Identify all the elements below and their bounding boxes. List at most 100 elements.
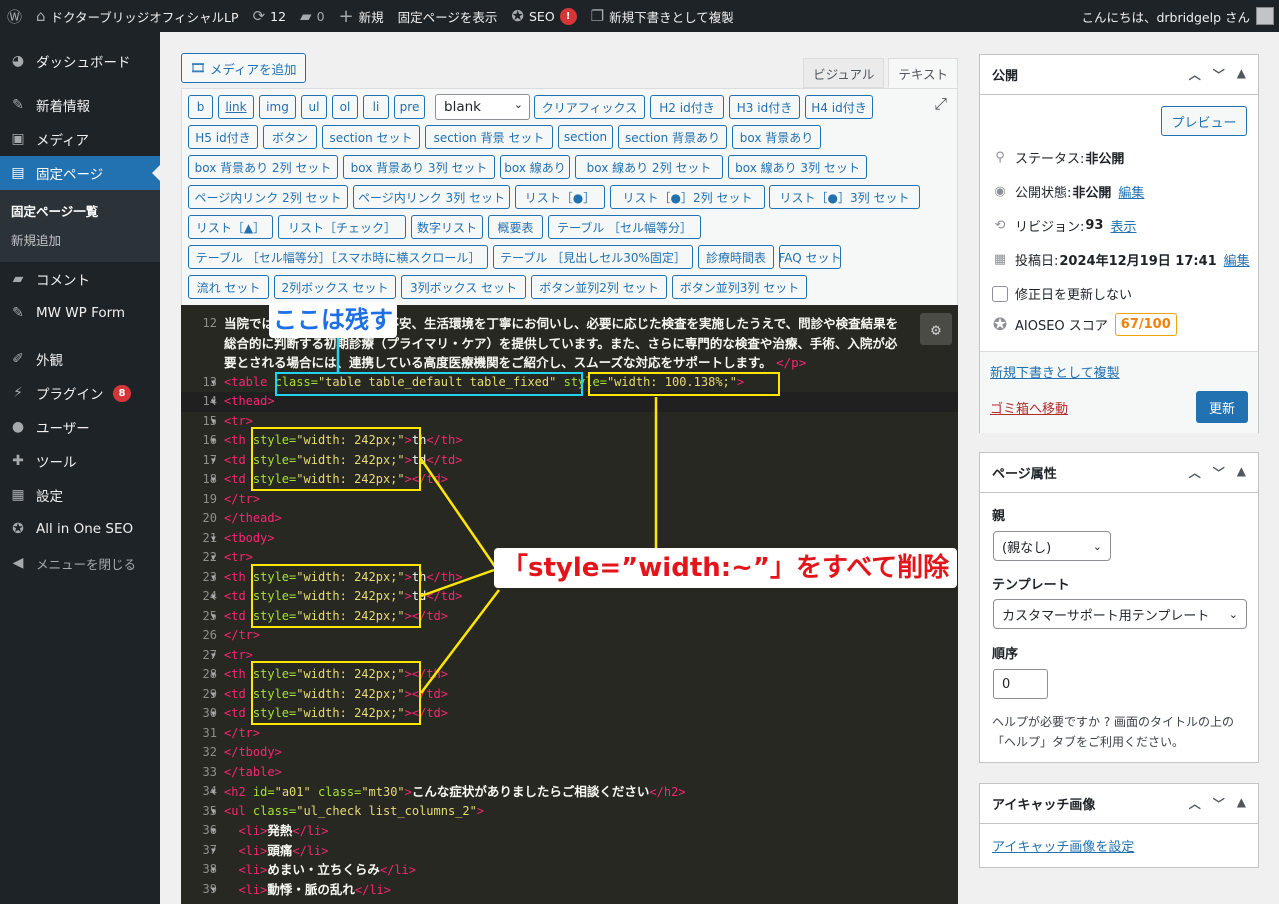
- quicktag-button[interactable]: pre: [394, 95, 425, 119]
- quicktag-button[interactable]: H4 id付き: [805, 95, 873, 119]
- fold-arrow-icon[interactable]: ▼: [211, 685, 216, 705]
- quicktag-button[interactable]: section 背景あり: [618, 125, 727, 149]
- view-page-link[interactable]: 固定ページを表示: [391, 0, 505, 32]
- quicktag-button[interactable]: b: [188, 95, 213, 119]
- no-update-date-checkbox[interactable]: [992, 285, 1008, 302]
- fold-arrow-icon[interactable]: ▼: [211, 587, 216, 607]
- quicktag-button[interactable]: li: [363, 95, 389, 119]
- quicktag-button[interactable]: box 線あり: [500, 155, 570, 179]
- quicktag-button[interactable]: ボタン並列3列 セット: [672, 275, 807, 299]
- quicktag-button[interactable]: テーブル ［見出しセル30%固定］: [493, 245, 693, 269]
- quicktag-button[interactable]: box 線あり 2列 セット: [575, 155, 723, 179]
- quicktag-button[interactable]: 診療時間表: [698, 245, 774, 269]
- sidebar-item-appearance[interactable]: ✐ 外観: [0, 342, 160, 376]
- add-media-button[interactable]: 🎞 メディアを追加: [181, 53, 306, 83]
- edit-visibility-link[interactable]: 編集: [1118, 182, 1144, 201]
- sidebar-item-settings[interactable]: ▦ 設定: [0, 478, 160, 512]
- chevron-up-icon[interactable]: ︿: [1189, 464, 1201, 481]
- fold-arrow-icon[interactable]: ▼: [211, 392, 216, 412]
- quicktag-button[interactable]: section 背景 セット: [425, 125, 553, 149]
- quicktag-button[interactable]: box 背景あり 3列 セット: [343, 155, 495, 179]
- quicktag-button[interactable]: H2 id付き: [650, 95, 724, 119]
- sidebar-item-pages[interactable]: ▤ 固定ページ: [0, 156, 160, 190]
- tab-text[interactable]: テキスト: [888, 58, 958, 88]
- duplicate-draft-link[interactable]: 新規下書きとして複製: [990, 362, 1120, 381]
- quicktag-button[interactable]: リスト［チェック］: [278, 215, 406, 239]
- fold-arrow-icon[interactable]: ▼: [211, 841, 216, 861]
- quicktag-button[interactable]: 数字リスト: [411, 215, 483, 239]
- quicktag-button[interactable]: 2列ボックス セット: [274, 275, 396, 299]
- parent-select[interactable]: (親なし) ⌄: [993, 531, 1111, 561]
- quicktag-button[interactable]: ul: [301, 95, 327, 119]
- duplicate-draft-link[interactable]: ❐ 新規下書きとして複製: [584, 0, 741, 32]
- fold-arrow-icon[interactable]: ▼: [211, 880, 216, 900]
- tab-visual[interactable]: ビジュアル: [803, 58, 885, 88]
- quicktag-button[interactable]: box 線あり 3列 セット: [728, 155, 867, 179]
- fullscreen-icon[interactable]: ⤢: [934, 94, 947, 114]
- sidebar-item-aioseo[interactable]: ✪ All in One SEO: [0, 512, 160, 546]
- quicktag-button[interactable]: FAQ セット: [778, 245, 842, 269]
- sidebar-item-users[interactable]: ● ユーザー: [0, 410, 160, 444]
- fold-arrow-icon[interactable]: ▼: [211, 529, 216, 549]
- fold-arrow-icon[interactable]: ▼: [211, 665, 216, 685]
- quicktag-button[interactable]: 流れ セット: [188, 275, 269, 299]
- gear-icon[interactable]: ⚙: [920, 313, 952, 345]
- fold-arrow-icon[interactable]: ▼: [211, 821, 216, 841]
- chevron-up-icon[interactable]: ︿: [1189, 795, 1201, 812]
- quicktag-button[interactable]: H5 id付き: [188, 125, 258, 149]
- fold-arrow-icon[interactable]: ▼: [211, 412, 216, 432]
- quicktag-button[interactable]: 3列ボックス セット: [401, 275, 526, 299]
- chevron-up-icon[interactable]: ︿: [1189, 66, 1201, 83]
- quicktag-button[interactable]: クリアフィックス: [534, 95, 645, 119]
- quicktag-button[interactable]: section: [558, 125, 613, 149]
- quicktag-button[interactable]: 概要表: [488, 215, 543, 239]
- fold-arrow-icon[interactable]: ▼: [211, 607, 216, 627]
- show-revisions-link[interactable]: 表示: [1110, 216, 1136, 235]
- template-select[interactable]: カスタマーサポート用テンプレート ⌄: [993, 599, 1247, 629]
- quicktag-button[interactable]: リスト［▲］: [188, 215, 273, 239]
- quicktag-button[interactable]: リスト［●］3列 セット: [769, 185, 920, 209]
- my-account[interactable]: こんにちは、drbridgelp さん: [1081, 0, 1274, 32]
- quicktag-button[interactable]: img: [259, 95, 296, 119]
- edit-date-link[interactable]: 編集: [1224, 250, 1250, 269]
- quicktag-button[interactable]: ol: [332, 95, 358, 119]
- aioseo-score-badge[interactable]: 67/100: [1114, 313, 1177, 336]
- chevron-down-icon[interactable]: ﹀: [1213, 795, 1225, 812]
- fold-arrow-icon[interactable]: ▼: [211, 373, 216, 393]
- fold-arrow-icon[interactable]: ▼: [211, 470, 216, 490]
- fold-arrow-icon[interactable]: ▼: [211, 646, 216, 666]
- chevron-down-icon[interactable]: ﹀: [1213, 66, 1225, 83]
- quicktag-button[interactable]: テーブル ［セル幅等分］: [548, 215, 701, 239]
- sidebar-item-dashboard[interactable]: ◕ ダッシュボード: [0, 44, 160, 78]
- quicktag-button[interactable]: box 背景あり 2列 セット: [188, 155, 338, 179]
- quicktag-button[interactable]: section セット: [322, 125, 420, 149]
- sidebar-item-plugins[interactable]: ⚡ プラグイン 8: [0, 376, 160, 410]
- quicktag-button[interactable]: link: [218, 95, 254, 119]
- preview-button[interactable]: プレビュー: [1161, 106, 1247, 136]
- toggle-arrow-icon[interactable]: ▲: [1237, 66, 1246, 83]
- seo-menu[interactable]: ✪ SEO!: [504, 0, 583, 32]
- fold-arrow-icon[interactable]: ▼: [211, 802, 216, 822]
- quicktag-button[interactable]: テーブル ［セル幅等分］［スマホ時に横スクロール］: [188, 245, 488, 269]
- fold-arrow-icon[interactable]: ▼: [211, 548, 216, 568]
- toggle-arrow-icon[interactable]: ▲: [1237, 795, 1246, 812]
- sidebar-item-news[interactable]: ✎ 新着情報: [0, 88, 160, 122]
- sidebar-item-mwwpform[interactable]: ✎ MW WP Form: [0, 296, 160, 330]
- quicktag-button[interactable]: H3 id付き: [729, 95, 800, 119]
- fold-arrow-icon[interactable]: ▼: [211, 704, 216, 724]
- set-featured-image-link[interactable]: アイキャッチ画像を設定: [992, 836, 1134, 855]
- quicktag-button[interactable]: ページ内リンク 3列 セット: [353, 185, 510, 209]
- format-select[interactable]: blank ⌄: [435, 94, 530, 120]
- quicktag-button[interactable]: リスト［●］2列 セット: [610, 185, 765, 209]
- quicktag-button[interactable]: ボタン並列2列 セット: [531, 275, 667, 299]
- fold-arrow-icon[interactable]: ▼: [211, 782, 216, 802]
- sidebar-item-media[interactable]: ▣ メディア: [0, 122, 160, 156]
- comments-link[interactable]: ▰ 0: [293, 0, 332, 32]
- update-button[interactable]: 更新: [1196, 391, 1248, 423]
- chevron-down-icon[interactable]: ﹀: [1213, 464, 1225, 481]
- toggle-arrow-icon[interactable]: ▲: [1237, 464, 1246, 481]
- fold-arrow-icon[interactable]: ▼: [211, 431, 216, 451]
- fold-arrow-icon[interactable]: ▼: [211, 451, 216, 471]
- new-content-link[interactable]: + 新規: [332, 0, 391, 32]
- wordpress-logo[interactable]: Ⓦ: [0, 0, 29, 32]
